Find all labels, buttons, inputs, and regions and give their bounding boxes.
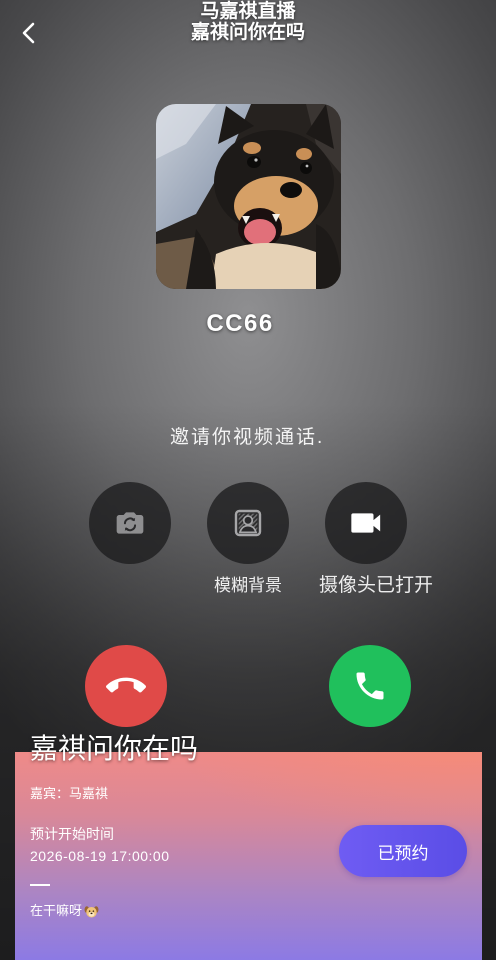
video-camera-icon [351, 513, 381, 533]
invite-text: 邀请你视频通话. [170, 427, 325, 448]
card-divider [30, 884, 50, 886]
accept-call-button[interactable] [329, 645, 411, 727]
blur-background-label: 模糊背景 [214, 576, 282, 595]
live-message-text: 在干嘛呀 [30, 903, 83, 918]
avatar [156, 104, 341, 289]
caller-name: CC66 [206, 310, 274, 337]
start-time-value: 2026-08-19 17:00:00 [30, 848, 170, 864]
live-card-title: 嘉祺问你在吗 [30, 733, 199, 764]
blur-background-icon [234, 509, 262, 537]
live-title: 马嘉祺直播 [200, 1, 296, 22]
camera-toggle-button[interactable] [325, 482, 407, 564]
blur-background-button[interactable] [207, 482, 289, 564]
camera-status-label: 摄像头已打开 [318, 575, 433, 596]
guest-label: 嘉宾：马嘉祺 [30, 786, 109, 801]
decline-call-button[interactable] [85, 645, 167, 727]
start-time-label: 预计开始时间 [30, 826, 114, 842]
reserved-button[interactable]: 已预约 [339, 825, 467, 877]
hang-up-icon [106, 677, 146, 693]
dog-face-icon [84, 905, 99, 917]
live-subtitle: 嘉祺问你在吗 [190, 22, 305, 43]
live-message: 在干嘛呀 [30, 901, 99, 921]
camera-flip-icon [116, 512, 144, 534]
video-call-screen: 马嘉祺直播 嘉祺问你在吗 CC66 邀请你视频通话. 模糊背景 摄像头已打开 嘉… [0, 0, 496, 960]
switch-camera-button[interactable] [89, 482, 171, 564]
phone-icon [356, 672, 384, 700]
